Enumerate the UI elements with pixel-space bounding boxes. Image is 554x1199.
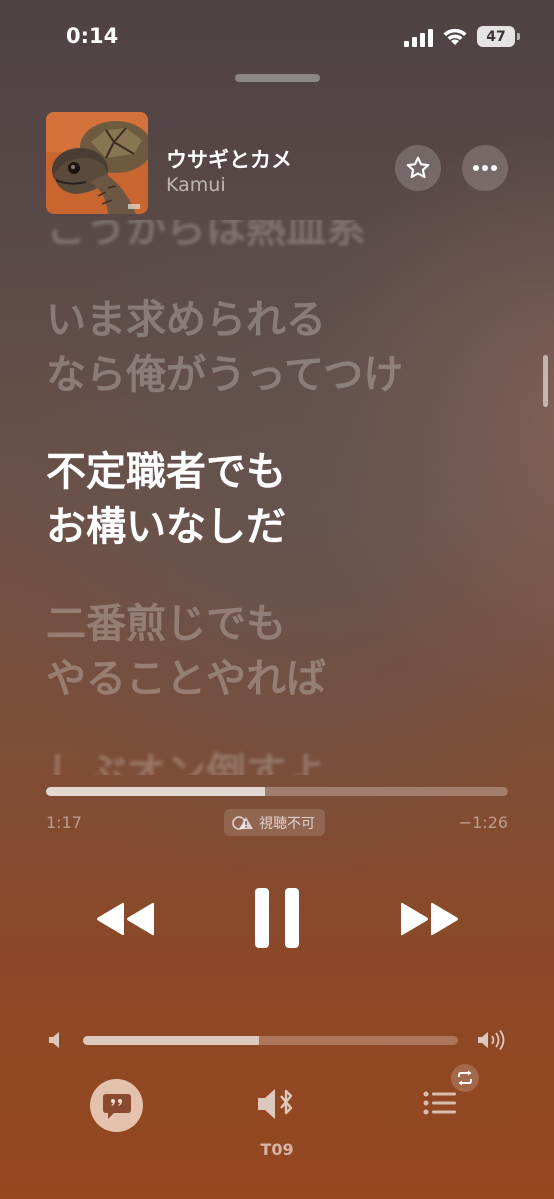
more-button[interactable] xyxy=(462,145,508,191)
rewind-icon[interactable] xyxy=(96,902,156,936)
status-time: 0:14 xyxy=(66,24,119,48)
status-bar: 0:14 47 xyxy=(0,0,554,70)
speaker-bluetooth-icon[interactable] xyxy=(256,1086,300,1122)
speaker-low-icon xyxy=(49,1032,59,1048)
remaining-time: −1:26 xyxy=(458,813,508,832)
elapsed-time: 1:17 xyxy=(46,813,82,832)
list-icon[interactable] xyxy=(423,1090,457,1116)
lyric-line[interactable]: 二番煎じでも xyxy=(46,597,516,652)
lyric-line[interactable]: こうからは熱血系 xyxy=(46,220,516,257)
speaker-high-icon xyxy=(478,1030,505,1050)
lyrics-view[interactable]: こうからは熱血系 いま求められる なら俺がうってつけ 不定職者でも お構いなしだ… xyxy=(0,220,554,775)
quote-bubble-icon xyxy=(102,1093,131,1119)
repeat-button[interactable] xyxy=(451,1064,479,1092)
sheet-grabber[interactable] xyxy=(235,74,320,82)
more-icon xyxy=(473,165,497,171)
lyric-line-current[interactable]: 不定職者でも xyxy=(46,445,516,500)
song-title[interactable]: ウサギとカメ xyxy=(166,144,292,174)
lyric-line[interactable]: いま求められる xyxy=(46,293,516,348)
artist-name[interactable]: Kamui xyxy=(166,174,226,196)
output-device-label: T09 xyxy=(260,1140,294,1159)
warning-icon xyxy=(232,815,253,830)
unavailable-badge[interactable]: 視聴不可 xyxy=(224,809,325,836)
fast-forward-icon[interactable] xyxy=(399,902,459,936)
volume-slider[interactable] xyxy=(83,1036,458,1045)
lyrics-button[interactable] xyxy=(90,1079,143,1132)
repeat-icon xyxy=(458,1070,472,1086)
lyric-line[interactable]: しぶオン倒すよ xyxy=(46,746,516,775)
now-playing-header: ウサギとカメ Kamui xyxy=(0,110,554,220)
playback-progress-fill xyxy=(46,787,266,796)
wifi-icon xyxy=(443,28,467,45)
favorite-button[interactable] xyxy=(395,145,441,191)
cellular-signal-icon xyxy=(404,29,433,47)
lyrics-scrollbar[interactable] xyxy=(543,355,548,407)
volume-slider-fill xyxy=(83,1036,260,1045)
lyric-line[interactable]: なら俺がうってつけ xyxy=(46,348,516,403)
battery-indicator: 47 xyxy=(477,26,520,47)
lyric-line[interactable]: やることやれば xyxy=(46,652,516,707)
pause-icon[interactable] xyxy=(255,888,299,948)
playback-progress-bar[interactable] xyxy=(46,787,508,796)
album-artwork[interactable] xyxy=(46,112,148,214)
badge-label: 視聴不可 xyxy=(259,815,315,832)
lyric-line-current[interactable]: お構いなしだ xyxy=(46,500,516,555)
star-icon xyxy=(406,156,430,179)
